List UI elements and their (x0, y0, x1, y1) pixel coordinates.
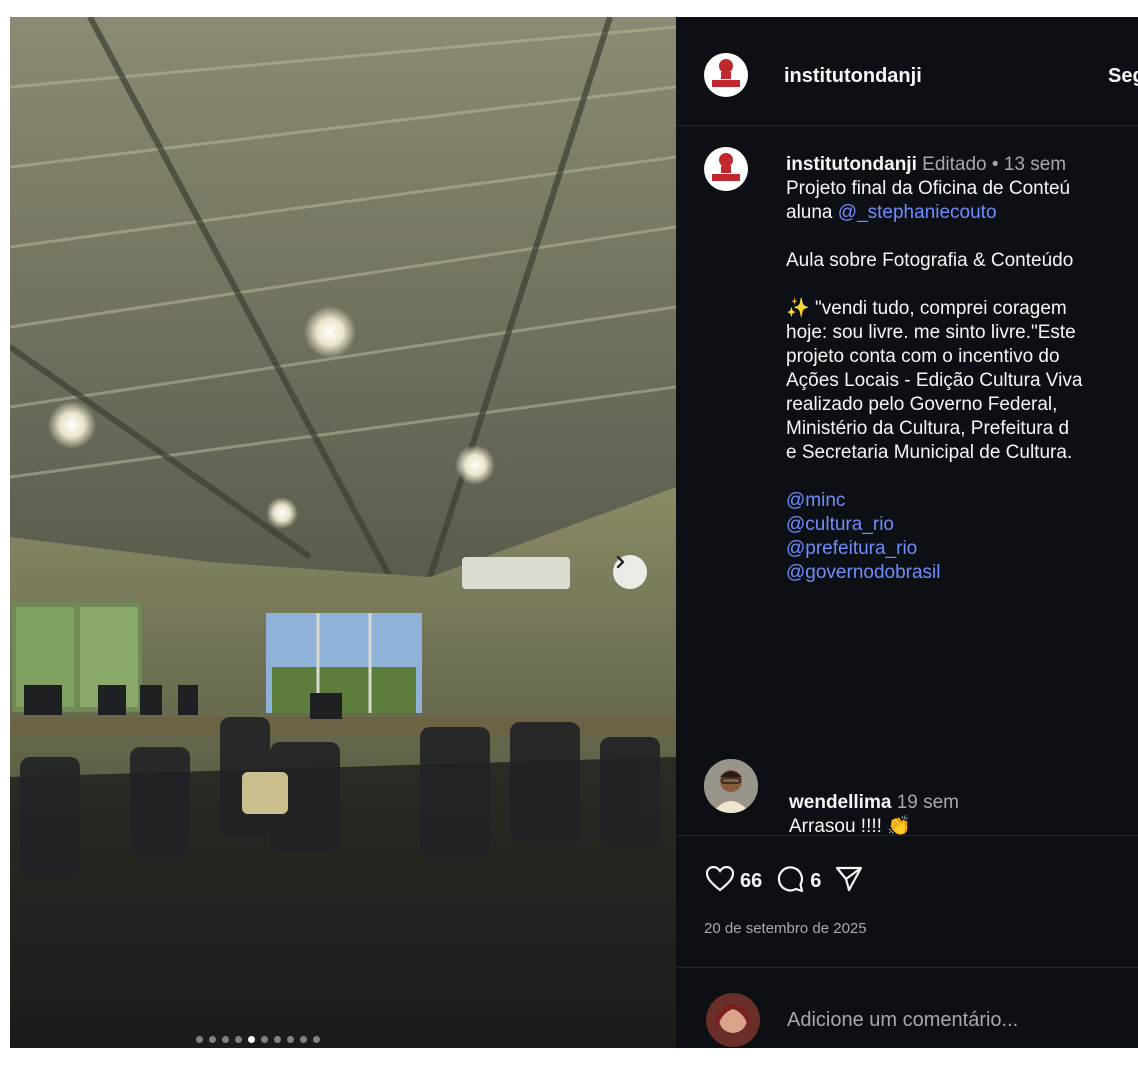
carousel-dot (313, 1036, 320, 1043)
comment-time[interactable]: 19 sem (897, 792, 959, 813)
caption-line: Projeto final da Oficina de Conteú (786, 178, 1071, 199)
likes-count[interactable]: 66 (740, 870, 762, 893)
mention-link[interactable]: @governodobrasil (786, 561, 1138, 585)
comment-item: wendellima 19 sem Arrasou !!!! 👏 (789, 791, 959, 839)
post-date: 20 de setembro de 2025 (704, 920, 867, 937)
caption-username[interactable]: institutondanji (786, 154, 917, 175)
author-avatar[interactable] (704, 53, 748, 97)
caption-line: Ministério da Cultura, Prefeitura d (786, 418, 1070, 439)
page-top-strip (0, 0, 1138, 17)
share-icon[interactable] (835, 866, 863, 897)
add-comment-divider (676, 967, 1138, 968)
caption-line: "vendi tudo, comprei coragem (814, 298, 1067, 319)
mention-link[interactable]: @minc (786, 489, 1138, 513)
post-photo[interactable] (10, 17, 676, 1048)
caption-line: aluna (786, 202, 838, 223)
mention-link[interactable]: @prefeitura_rio (786, 537, 1138, 561)
header-divider (676, 125, 1138, 126)
follow-button[interactable]: Seguir (1108, 65, 1138, 88)
carousel-dot (274, 1036, 281, 1043)
post-caption: institutondanji Editado • 13 sem Projeto… (786, 153, 1138, 585)
carousel-dot (300, 1036, 307, 1043)
logo-icon (706, 53, 746, 97)
mention-link[interactable]: @cultura_rio (786, 513, 1138, 537)
comment-icon[interactable] (776, 865, 804, 898)
post-actions: 66 6 (705, 865, 863, 898)
separator: • (991, 154, 999, 175)
sparkle-emoji: ✨ (786, 298, 810, 319)
actions-divider (676, 835, 1138, 836)
edited-label: Editado (922, 154, 987, 175)
carousel-dot (287, 1036, 294, 1043)
carousel-next-button[interactable] (613, 555, 647, 589)
carousel-dot (209, 1036, 216, 1043)
logo-icon (706, 147, 746, 191)
current-user-avatar (706, 993, 760, 1047)
caption-line: e Secretaria Municipal de Cultura. (786, 442, 1073, 463)
post-modal: institutondanji Seguir institutondanji E… (10, 17, 1138, 1048)
carousel-dot (222, 1036, 229, 1043)
carousel-dot (235, 1036, 242, 1043)
carousel-dot-active (248, 1036, 255, 1043)
post-time[interactable]: 13 sem (1004, 154, 1066, 175)
header-username[interactable]: institutondanji (784, 65, 922, 88)
heart-icon[interactable] (705, 865, 735, 897)
carousel-dot (196, 1036, 203, 1043)
caption-line: realizado pelo Governo Federal, (786, 394, 1058, 415)
caption-line: Ações Locais - Edição Cultura Viva (786, 370, 1083, 391)
classroom-photo (10, 17, 676, 1048)
post-details-panel: institutondanji Seguir institutondanji E… (676, 17, 1138, 1048)
comment-username[interactable]: wendellima (789, 792, 891, 813)
carousel-indicator (196, 1036, 320, 1043)
caption-line: projeto conta com o incentivo do (786, 346, 1060, 367)
caption-avatar[interactable] (704, 147, 748, 191)
caption-line: Aula sobre Fotografia & Conteúdo (786, 250, 1074, 271)
carousel-dot (261, 1036, 268, 1043)
commenter-avatar[interactable] (704, 759, 758, 813)
mention-link[interactable]: @_stephaniecouto (838, 202, 997, 223)
caption-line: hoje: sou livre. me sinto livre."Este (786, 322, 1076, 343)
comments-count[interactable]: 6 (810, 870, 821, 893)
add-comment-input[interactable]: Adicione um comentário... (787, 1009, 1018, 1032)
